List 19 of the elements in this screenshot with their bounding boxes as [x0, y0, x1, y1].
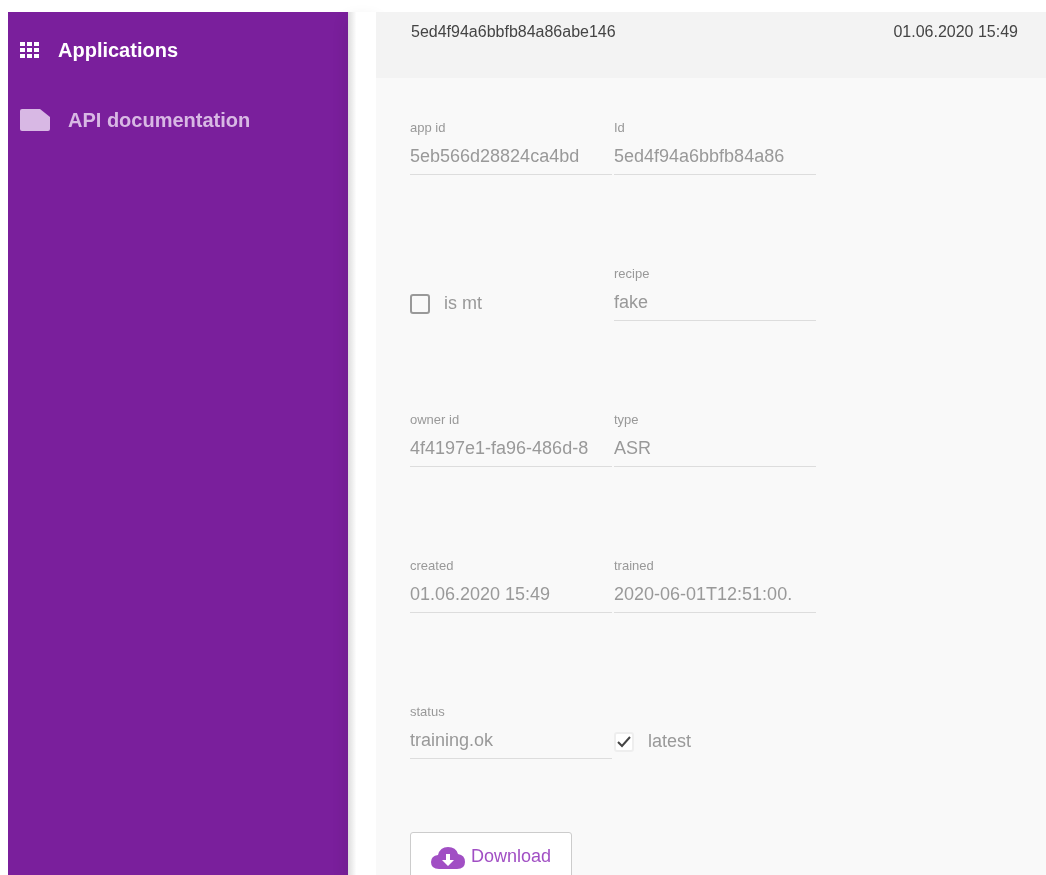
- checkbox[interactable]: [410, 294, 430, 314]
- text-field[interactable]: Id 5ed4f94a6bbfb84a86: [614, 102, 816, 175]
- text-field[interactable]: status training.ok: [410, 686, 612, 759]
- text-field[interactable]: recipe fake: [614, 248, 816, 321]
- cloud-download-icon: [431, 844, 465, 869]
- record-id: 5ed4f94a6bbfb84a86abe146: [411, 22, 616, 42]
- text-field[interactable]: app id 5eb566d28824ca4bd: [410, 102, 612, 175]
- checkbox-label: latest: [648, 730, 692, 753]
- document-icon: [20, 109, 50, 131]
- text-field[interactable]: created 01.06.2020 15:49: [410, 540, 612, 613]
- sidebar-item[interactable]: Applications: [8, 15, 348, 85]
- text-field[interactable]: type ASR: [614, 394, 816, 467]
- grid-icon: [20, 40, 40, 60]
- checkbox-label: is mt: [444, 292, 482, 315]
- text-field[interactable]: owner id 4f4197e1-fa96-486d-8: [410, 394, 612, 467]
- text-field[interactable]: trained 2020-06-01T12:51:00.: [614, 540, 816, 613]
- download-button[interactable]: Download: [410, 832, 573, 875]
- sidebar-item[interactable]: API documentation: [8, 85, 348, 155]
- record-date: 01.06.2020 15:49: [893, 22, 1018, 42]
